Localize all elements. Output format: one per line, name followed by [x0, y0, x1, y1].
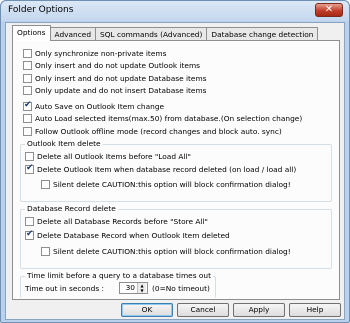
- spin-down-icon[interactable]: ▼: [138, 288, 146, 293]
- checkbox-box[interactable]: [25, 217, 34, 226]
- db-silent-delete-checkbox[interactable]: Silent delete CAUTION:this option will b…: [41, 246, 291, 257]
- tab-strip: Options Advanced SQL commands (Advanced)…: [12, 25, 319, 41]
- group-title: Outlook Item delete: [25, 139, 103, 148]
- checkbox-box[interactable]: [23, 74, 32, 83]
- dialog-client: Options Advanced SQL commands (Advanced)…: [5, 22, 345, 320]
- db-delete-checkbox[interactable]: Delete Database Record when Outlook Item…: [25, 229, 230, 241]
- help-button[interactable]: Help: [289, 303, 341, 317]
- option-checkbox[interactable]: Only update and do not insert Database i…: [23, 85, 207, 96]
- options-panel: Only synchronize non-private items Only …: [12, 40, 340, 300]
- checkbox-label: Delete Database Record when Outlook Item…: [37, 231, 230, 240]
- checkbox-box[interactable]: [25, 152, 34, 161]
- spinner-arrows[interactable]: ▲ ▼: [137, 283, 146, 293]
- timeout-hint: (0=No timeout): [152, 284, 210, 293]
- close-button[interactable]: ✕: [315, 3, 343, 17]
- folder-options-window: Folder Options ✕ Options Advanced SQL co…: [0, 0, 350, 323]
- apply-button[interactable]: Apply: [233, 303, 285, 317]
- window-title: Folder Options: [8, 5, 74, 15]
- checkbox-box[interactable]: [41, 247, 50, 256]
- group-title: Database Record delete: [25, 204, 118, 213]
- checkbox-box[interactable]: [41, 180, 50, 189]
- checkbox-box[interactable]: [25, 163, 34, 174]
- option-checkbox[interactable]: Only synchronize non-private items: [23, 48, 166, 59]
- option-label: Only update and do not insert Database i…: [35, 86, 207, 95]
- checkbox-box[interactable]: [25, 229, 34, 240]
- timeout-group: Time limit before a query to a database …: [20, 271, 216, 298]
- checkbox-label: Silent delete CAUTION:this option will b…: [53, 180, 291, 189]
- option-checkbox[interactable]: Auto Load selected items(max.50) from da…: [23, 113, 302, 124]
- option-checkbox[interactable]: Only insert and do not update Database i…: [23, 73, 207, 84]
- tab-advanced[interactable]: Advanced: [49, 27, 97, 41]
- checkbox-box[interactable]: [23, 114, 32, 123]
- option-checkbox[interactable]: Auto Save on Outlook Item change: [23, 100, 165, 112]
- db-delete-checkbox[interactable]: Delete all Database Records before "Stor…: [25, 216, 208, 227]
- checkbox-box[interactable]: [23, 127, 32, 136]
- checkbox-label: Delete Outlook Item when database record…: [37, 165, 297, 174]
- checkbox-box[interactable]: [23, 100, 32, 111]
- checkbox-label: Delete all Outlook Items before "Load Al…: [37, 152, 191, 161]
- option-label: Auto Load selected items(max.50) from da…: [35, 114, 303, 123]
- checkbox-box[interactable]: [23, 49, 32, 58]
- outlook-delete-group: Outlook Item delete Delete all Outlook I…: [20, 139, 332, 202]
- title-bar[interactable]: Folder Options ✕: [1, 1, 349, 21]
- checkbox-box[interactable]: [23, 61, 32, 70]
- option-checkbox[interactable]: Follow Outlook offline mode (record chan…: [23, 126, 282, 137]
- option-label: Only insert and do not update Database i…: [35, 74, 207, 83]
- option-label: Only insert and do not update Outlook it…: [35, 61, 201, 70]
- timeout-spinner[interactable]: 30 ▲ ▼: [119, 282, 148, 294]
- tab-database-change-detection[interactable]: Database change detection: [206, 27, 319, 41]
- option-label: Follow Outlook offline mode (record chan…: [35, 127, 282, 136]
- close-icon: ✕: [324, 4, 334, 15]
- cancel-button[interactable]: Cancel: [177, 303, 229, 317]
- outlook-delete-checkbox[interactable]: Delete Outlook Item when database record…: [25, 163, 297, 175]
- tab-sql-commands[interactable]: SQL commands (Advanced): [95, 27, 208, 41]
- tab-options[interactable]: Options: [12, 25, 51, 41]
- checkbox-label: Delete all Database Records before "Stor…: [37, 217, 208, 226]
- checkbox-box[interactable]: [23, 86, 32, 95]
- db-delete-group: Database Record delete Delete all Databa…: [20, 204, 332, 269]
- outlook-delete-checkbox[interactable]: Delete all Outlook Items before "Load Al…: [25, 151, 191, 162]
- option-label: Auto Save on Outlook Item change: [35, 102, 165, 111]
- ok-button[interactable]: OK: [121, 303, 173, 317]
- checkbox-label: Silent delete CAUTION:this option will b…: [53, 247, 291, 256]
- outlook-silent-delete-checkbox[interactable]: Silent delete CAUTION:this option will b…: [41, 179, 291, 190]
- group-title: Time limit before a query to a database …: [25, 271, 214, 280]
- option-checkbox[interactable]: Only insert and do not update Outlook it…: [23, 60, 200, 71]
- timeout-label: Time out in seconds :: [25, 284, 105, 293]
- timeout-value[interactable]: 30: [120, 283, 137, 293]
- option-label: Only synchronize non-private items: [35, 49, 167, 58]
